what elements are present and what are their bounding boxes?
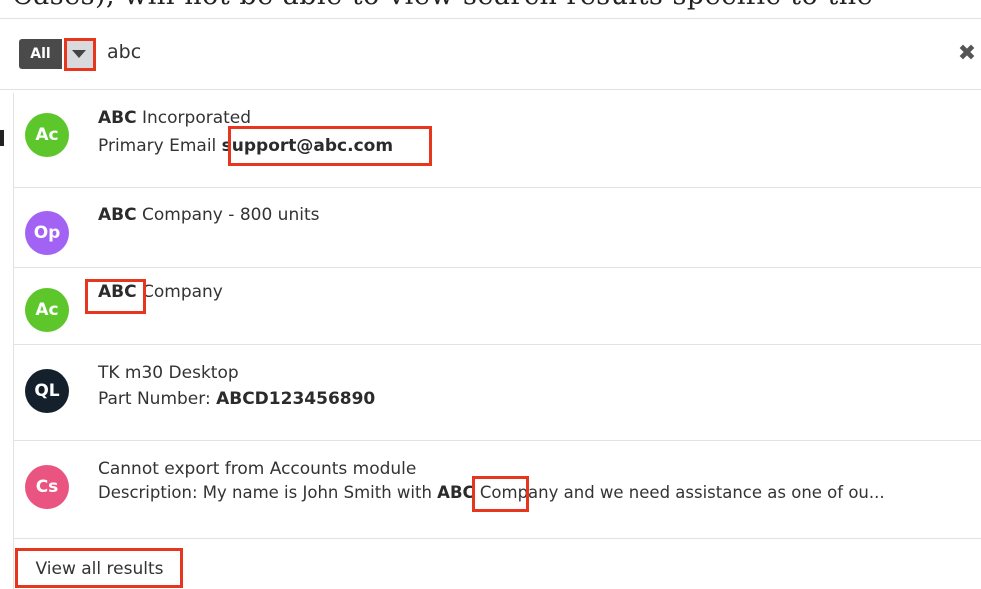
result-title: ABC Company [98,282,223,302]
left-edge-mark [0,130,4,146]
list-item[interactable]: Ac ABC Incorporated Primary Email suppor… [14,93,981,188]
list-item[interactable]: Ac ABC Company [14,268,981,345]
caret-down-icon [72,50,86,58]
avatar: Ac [25,288,69,332]
result-title: Cannot export from Accounts module [98,459,416,479]
detail-value: ABCD123456890 [216,389,376,409]
match-highlight: ABC [98,282,137,302]
result-detail: Description: My name is John Smith with … [98,483,885,502]
close-icon[interactable]: ✖ [955,39,979,69]
detail-text: Company and we need assistance as one of… [474,483,885,502]
result-title: TK m30 Desktop [98,363,239,383]
global-search-bar: All abc ✖ [0,18,981,90]
result-title-text: Incorporated [136,108,252,128]
background-document-text: Cases), will not be able to view search … [12,0,873,11]
detail-label: Description: My name is John Smith with [98,483,438,502]
result-title-text: Company [136,282,223,302]
avatar: Op [25,211,69,255]
search-scope-button[interactable]: All [19,39,62,69]
detail-label: Part Number: [98,389,217,409]
result-detail: Part Number: ABCD123456890 [98,389,375,409]
view-all-results-button[interactable]: View all results [18,553,181,586]
detail-value: support@abc.com [221,136,394,156]
result-title: ABC Company - 800 units [98,205,319,225]
search-results-list: Ac ABC Incorporated Primary Email suppor… [13,93,981,589]
match-highlight: ABC [98,205,137,225]
list-item[interactable]: QL TK m30 Desktop Part Number: ABCD12345… [14,345,981,441]
result-detail: Primary Email support@abc.com [98,136,393,156]
result-title: ABC Incorporated [98,108,251,128]
list-item[interactable]: Cs Cannot export from Accounts module De… [14,441,981,539]
search-input[interactable]: abc [107,41,141,63]
search-scope-dropdown[interactable] [64,39,93,69]
avatar: Ac [25,113,69,157]
match-highlight: ABC [98,108,137,128]
list-item[interactable]: Op ABC Company - 800 units [14,188,981,268]
result-title-text: Cannot export from Accounts module [98,459,417,479]
match-highlight: ABC [437,483,475,502]
avatar: QL [25,369,69,413]
detail-label: Primary Email [98,136,222,156]
result-title-text: TK m30 Desktop [98,363,239,383]
avatar: Cs [25,465,69,509]
result-title-text: Company - 800 units [136,205,320,225]
